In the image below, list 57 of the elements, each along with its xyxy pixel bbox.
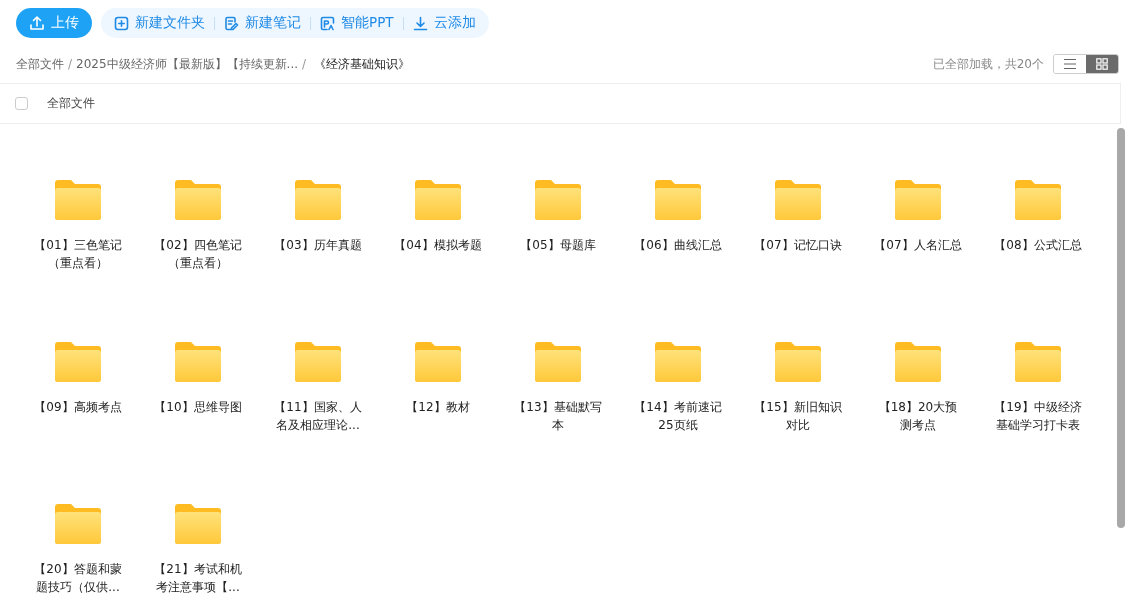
folder-icon[interactable] (55, 342, 101, 382)
folder-name[interactable]: 【18】20大预测考点 (874, 398, 962, 434)
folder-name[interactable]: 【03】历年真题 (274, 236, 362, 254)
folder-name[interactable]: 【07】记忆口诀 (754, 236, 842, 254)
folder-name[interactable]: 【05】母题库 (514, 236, 602, 254)
folder-icon[interactable] (655, 180, 701, 220)
folder-icon[interactable] (175, 342, 221, 382)
folder-icon[interactable] (175, 180, 221, 220)
folder-name[interactable]: 【10】思维导图 (154, 398, 242, 416)
presentation-icon (320, 15, 335, 31)
folder-icon[interactable] (535, 342, 581, 382)
folder-icon[interactable] (175, 504, 221, 544)
folder-icon[interactable] (775, 342, 821, 382)
folder-icon[interactable] (55, 504, 101, 544)
folder-name[interactable]: 【09】高频考点 (34, 398, 122, 416)
grid-icon (1096, 58, 1108, 70)
scrollbar[interactable] (1117, 128, 1125, 528)
folder-name[interactable]: 【19】中级经济基础学习打卡表 (994, 398, 1082, 434)
folder-icon[interactable] (295, 342, 341, 382)
upload-icon (29, 15, 45, 31)
list-icon (1063, 58, 1077, 70)
folder-name[interactable]: 【06】曲线汇总 (634, 236, 722, 254)
folder-name[interactable]: 【15】新旧知识对比 (754, 398, 842, 434)
grid-view-button[interactable] (1086, 55, 1118, 73)
folder-name[interactable]: 【07】人名汇总 (874, 236, 962, 254)
folder-name[interactable]: 【02】四色笔记（重点看） (154, 236, 242, 272)
folder-name[interactable]: 【14】考前速记25页纸 (634, 398, 722, 434)
folder-icon[interactable] (1015, 180, 1061, 220)
folder-icon[interactable] (535, 180, 581, 220)
folder-icon[interactable] (415, 342, 461, 382)
folder-icon[interactable] (895, 180, 941, 220)
folder-name[interactable]: 【13】基础默写本 (514, 398, 602, 434)
folder-icon[interactable] (1015, 342, 1061, 382)
folder-icon[interactable] (55, 180, 101, 220)
folder-icon[interactable] (775, 180, 821, 220)
select-all-checkbox[interactable] (15, 97, 28, 110)
add-folder-icon (114, 15, 129, 31)
breadcrumb-separator: / (302, 57, 307, 71)
folder-name[interactable]: 【04】模拟考题 (394, 236, 482, 254)
breadcrumb-separator: / (68, 57, 73, 71)
breadcrumb-link[interactable]: 全部文件 (16, 55, 64, 73)
folder-name[interactable]: 【12】教材 (394, 398, 482, 416)
load-status: 已全部加载，共20个 (932, 55, 1044, 73)
breadcrumb-link[interactable]: 2025中级经济师【最新版】【持续更新... (76, 55, 299, 73)
folder-name[interactable]: 【08】公式汇总 (994, 236, 1082, 254)
folder-name[interactable]: 【21】考试和机考注意事项【... (154, 560, 242, 596)
download-icon (412, 15, 428, 31)
folder-icon[interactable] (655, 342, 701, 382)
folder-icon[interactable] (415, 180, 461, 220)
folder-icon[interactable] (295, 180, 341, 220)
folder-name[interactable]: 【01】三色笔记（重点看） (34, 236, 122, 272)
note-icon (224, 15, 239, 31)
column-header: 全部文件 (47, 95, 95, 112)
folder-icon[interactable] (895, 342, 941, 382)
breadcrumb-current[interactable]: 《经济基础知识》 (314, 55, 411, 73)
folder-name[interactable]: 【20】答题和蒙题技巧（仅供... (34, 560, 122, 596)
folder-name[interactable]: 【11】国家、人名及相应理论... (274, 398, 362, 434)
